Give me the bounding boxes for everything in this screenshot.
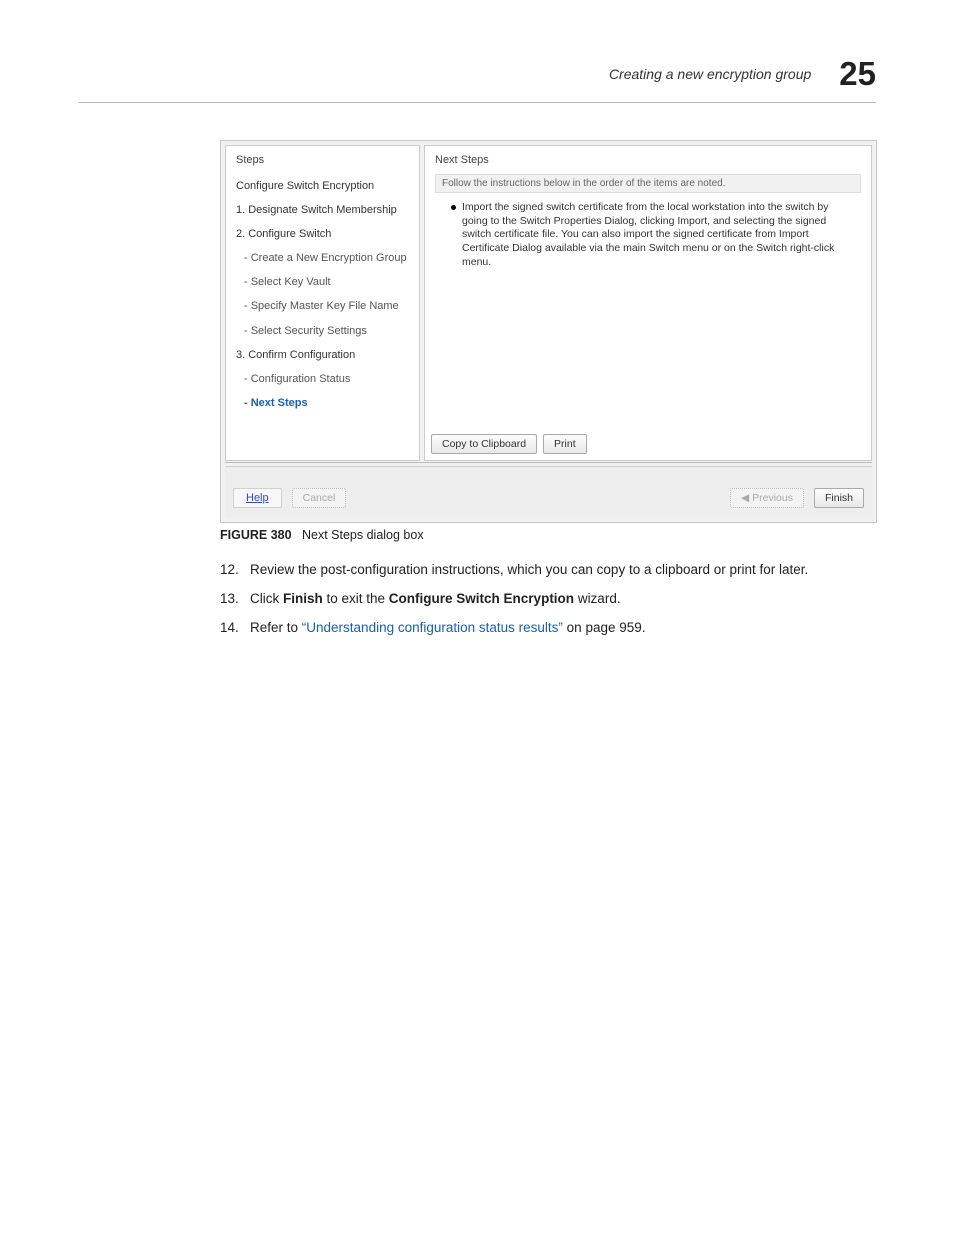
list-text: Review the post-configuration instructio… — [250, 561, 808, 580]
step-sub-item: - Select Key Vault — [244, 276, 409, 288]
step-item: 2. Configure Switch — [236, 228, 409, 240]
chevron-left-icon: ◀ — [741, 492, 752, 504]
text-fragment: to exit the — [323, 591, 389, 606]
text-fragment: Refer to — [250, 620, 302, 635]
next-steps-dialog: Steps Configure Switch Encryption 1. Des… — [220, 140, 877, 523]
list-text: Click Finish to exit the Configure Switc… — [250, 590, 621, 609]
step-item: Configure Switch Encryption — [236, 180, 409, 192]
list-item-14: 14. Refer to “Understanding configuratio… — [220, 619, 876, 638]
cancel-button: Cancel — [292, 488, 347, 508]
print-button[interactable]: Print — [543, 434, 587, 454]
steps-panel: Steps Configure Switch Encryption 1. Des… — [225, 145, 420, 461]
previous-button: ◀ Previous — [730, 488, 804, 508]
finish-button[interactable]: Finish — [814, 488, 864, 508]
text-fragment: Click — [250, 591, 283, 606]
step-sub-item: - Create a New Encryption Group — [244, 252, 409, 264]
bold-fragment: Configure Switch Encryption — [389, 591, 574, 606]
bullet-icon — [451, 205, 456, 210]
text-fragment: on page 959. — [563, 620, 646, 635]
list-number: 13. — [220, 590, 250, 609]
step-sub-item: - Specify Master Key File Name — [244, 300, 409, 312]
section-title: Creating a new encryption group — [609, 66, 811, 82]
figure-label: FIGURE 380 — [220, 528, 292, 542]
figure-caption: FIGURE 380 Next Steps dialog box — [220, 528, 424, 542]
footer-rule — [225, 462, 872, 463]
step-sub-item: - Configuration Status — [244, 373, 409, 385]
step-item: 3. Confirm Configuration — [236, 349, 409, 361]
previous-label: Previous — [752, 492, 793, 504]
main-panel: Next Steps Follow the instructions below… — [424, 145, 872, 461]
list-number: 12. — [220, 561, 250, 580]
step-item: 1. Designate Switch Membership — [236, 204, 409, 216]
list-number: 14. — [220, 619, 250, 638]
bold-fragment: Finish — [283, 591, 323, 606]
cross-reference-link[interactable]: “Understanding configuration status resu… — [302, 620, 563, 635]
bullet-text: Import the signed switch certificate fro… — [462, 201, 857, 269]
page-header: Creating a new encryption group 25 — [0, 55, 876, 93]
chapter-number: 25 — [839, 55, 876, 93]
step-active-item: - Next Steps — [244, 397, 409, 409]
list-item-13: 13. Click Finish to exit the Configure S… — [220, 590, 876, 609]
copy-to-clipboard-button[interactable]: Copy to Clipboard — [431, 434, 537, 454]
instruction-bullet: Import the signed switch certificate fro… — [435, 201, 861, 269]
step-sub-item: - Select Security Settings — [244, 325, 409, 337]
main-panel-title: Next Steps — [435, 154, 861, 166]
header-rule — [78, 102, 876, 103]
list-text: Refer to “Understanding configuration st… — [250, 619, 646, 638]
help-button[interactable]: Help — [233, 488, 282, 508]
steps-panel-title: Steps — [236, 154, 409, 166]
text-fragment: wizard. — [574, 591, 621, 606]
dialog-footer: Help Cancel ◀ Previous Finish — [225, 466, 872, 518]
body-text-list: 12. Review the post-configuration instru… — [220, 561, 876, 648]
list-item-12: 12. Review the post-configuration instru… — [220, 561, 876, 580]
instruction-bar: Follow the instructions below in the ord… — [435, 174, 861, 193]
figure-text: Next Steps dialog box — [302, 528, 424, 542]
